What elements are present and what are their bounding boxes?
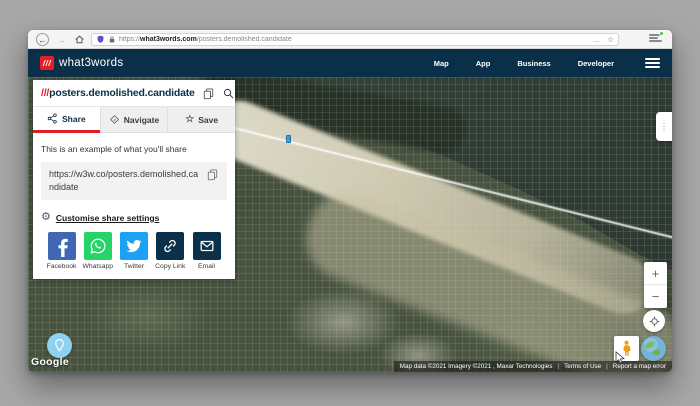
share-twitter-button[interactable]: Twitter — [119, 232, 150, 270]
w3w-slashes-icon: /// — [40, 56, 54, 70]
share-url-box: https://w3w.co/posters.demolished.candid… — [41, 162, 227, 201]
google-logo: Google — [31, 356, 69, 368]
browser-toolbar: ← → https://what3words.com/posters.demol… — [28, 30, 672, 49]
extension-icon[interactable] — [649, 31, 664, 45]
lock-icon — [109, 36, 115, 43]
share-copy-link-button[interactable]: Copy Link — [155, 232, 186, 270]
share-tab-content: This is an example of what you'll share … — [33, 133, 235, 280]
logo-text: what3words — [59, 57, 124, 69]
share-facebook-button[interactable]: Facebook — [46, 232, 77, 270]
nav-item-map[interactable]: Map — [434, 59, 449, 68]
map-type-globe-toggle[interactable] — [641, 336, 666, 361]
email-icon — [192, 232, 221, 261]
share-buttons-row: Facebook Whatsapp Twitter Copy Link Emai… — [41, 232, 227, 270]
share-panel: ///posters.demolished.candidate Share Na… — [33, 80, 236, 280]
panel-tabs: Share Navigate ☆ Save — [33, 107, 236, 133]
browser-window: ← → https://what3words.com/posters.demol… — [28, 30, 672, 372]
nav-item-developer[interactable]: Developer — [578, 59, 614, 68]
share-example-text: This is an example of what you'll share — [41, 144, 187, 154]
url-text: https://what3words.com/posters.demolishe… — [119, 36, 292, 43]
share-url: https://w3w.co/posters.demolished.candid… — [49, 169, 199, 193]
address-searchbar[interactable]: ///posters.demolished.candidate — [33, 80, 235, 107]
extension-badge — [659, 31, 664, 36]
whatsapp-icon — [83, 232, 112, 261]
share-email-button[interactable]: Email — [191, 232, 222, 270]
selected-square-marker — [286, 135, 291, 143]
twitter-icon — [120, 232, 148, 261]
nav-item-app[interactable]: App — [476, 59, 491, 68]
map-data-credit: Map data ©2021 Imagery ©2021 , Maxar Tec… — [399, 363, 553, 370]
map-attribution-bar: Map data ©2021 Imagery ©2021 , Maxar Tec… — [393, 361, 672, 372]
site-header: /// what3words Map App Business Develope… — [28, 49, 672, 77]
w3w-address: ///posters.demolished.candidate — [41, 87, 195, 99]
gear-icon: ⚙ — [41, 211, 51, 224]
zoom-in-button[interactable]: + — [644, 262, 667, 285]
locate-me-button[interactable] — [643, 310, 665, 332]
what3words-logo[interactable]: /// what3words — [40, 56, 123, 70]
search-icon[interactable] — [222, 87, 235, 100]
url-bar[interactable]: https://what3words.com/posters.demolishe… — [91, 33, 619, 46]
customise-share-link[interactable]: Customise share settings — [56, 213, 159, 223]
share-icon — [47, 113, 57, 124]
copy-share-url-icon[interactable] — [206, 168, 219, 181]
page-actions-icon[interactable]: … — [593, 35, 601, 44]
zoom-control: + − — [644, 262, 667, 308]
share-whatsapp-button[interactable]: Whatsapp — [82, 232, 113, 270]
nav-item-business[interactable]: Business — [517, 59, 550, 68]
copy-link-icon — [156, 232, 185, 261]
report-map-error-link[interactable]: Report a map error — [613, 363, 666, 370]
satellite-map[interactable]: ///posters.demolished.candidate Share Na… — [28, 77, 672, 372]
bookmark-star-icon[interactable]: ☆ — [607, 35, 614, 44]
tab-save[interactable]: ☆ Save — [167, 107, 236, 133]
pegman-streetview-control[interactable] — [614, 336, 639, 361]
save-star-icon: ☆ — [185, 113, 195, 125]
navigate-icon — [109, 115, 119, 124]
tracking-shield-icon[interactable] — [96, 35, 105, 44]
tab-share[interactable]: Share — [33, 107, 100, 133]
zoom-out-button[interactable]: − — [644, 285, 667, 308]
home-icon[interactable] — [73, 33, 86, 46]
tab-navigate[interactable]: Navigate — [99, 107, 168, 133]
google-pin-icon[interactable] — [47, 333, 72, 358]
main-nav: Map App Business Developer — [434, 58, 660, 68]
attribution-separator: | — [606, 363, 608, 370]
menu-hamburger-icon[interactable] — [645, 58, 660, 68]
panel-more-options-button[interactable]: ⋮ — [656, 112, 672, 141]
attribution-separator: | — [557, 363, 560, 370]
facebook-icon — [47, 232, 76, 261]
copy-address-icon[interactable] — [202, 87, 215, 100]
browser-back-button[interactable]: ← — [36, 33, 49, 46]
customise-share-settings[interactable]: ⚙ Customise share settings — [41, 212, 227, 223]
terms-of-use-link[interactable]: Terms of Use — [564, 363, 601, 370]
browser-forward-button[interactable]: → — [55, 33, 68, 46]
